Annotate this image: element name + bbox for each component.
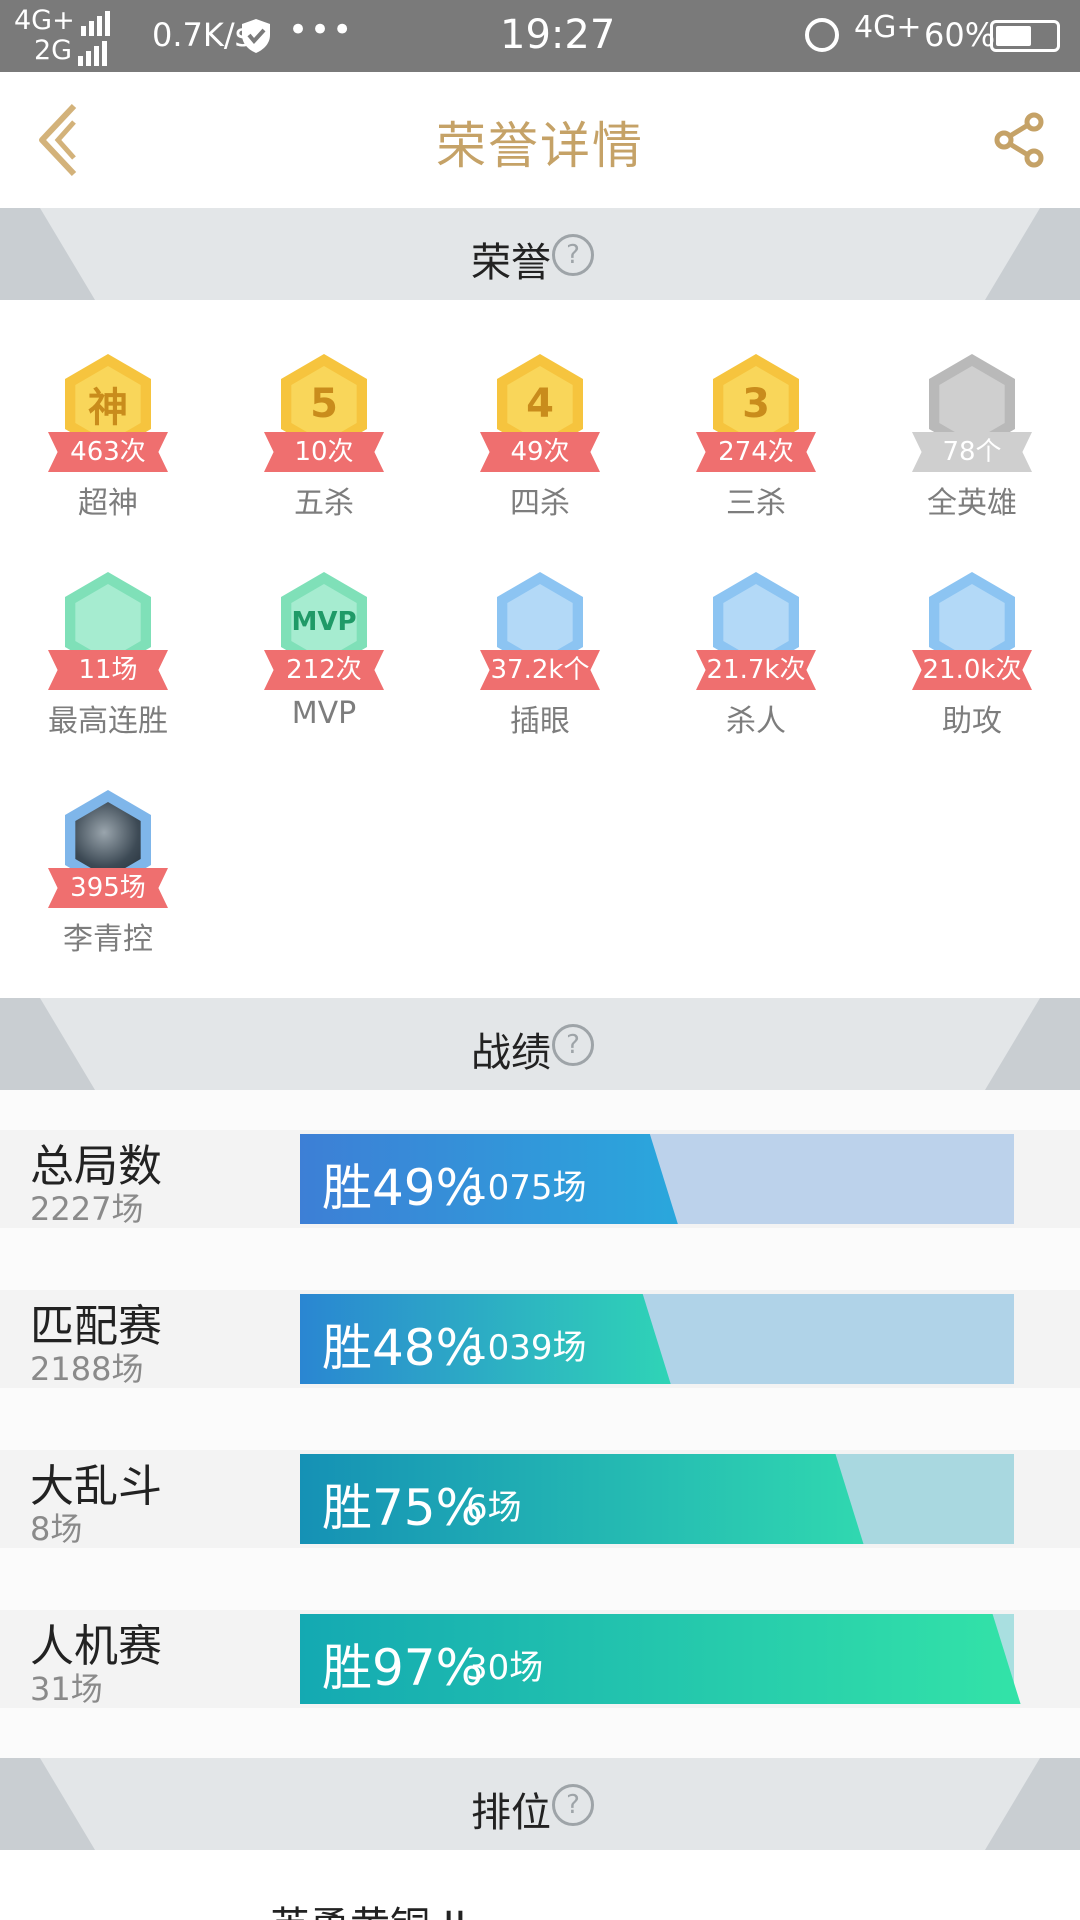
winrate-text: 胜48% xyxy=(322,1319,484,1377)
honor-count: 21.0k次 xyxy=(912,650,1032,690)
honor-label: 四杀 xyxy=(510,486,570,521)
section-header-rank: 排位 ? xyxy=(0,1758,1080,1850)
winrate-text: 胜75% xyxy=(322,1479,484,1537)
section-header-honor: 荣誉 ? xyxy=(0,208,1080,300)
record-row[interactable]: 总局数 2227场 胜49% 1075场 xyxy=(0,1130,1080,1228)
more-notifications-icon: ••• xyxy=(288,10,355,50)
shield-icon xyxy=(242,19,270,53)
app-header: 荣誉详情 xyxy=(0,72,1080,208)
honor-count: 274次 xyxy=(696,432,816,472)
battery-level xyxy=(996,26,1031,46)
honor-count: 11场 xyxy=(48,650,168,690)
battery-percent: 60% xyxy=(924,16,996,54)
honor-count: 212次 xyxy=(264,650,384,690)
winrate-bar: 胜97% 30场 xyxy=(300,1614,1014,1704)
honor-item[interactable]: 21.0k次助攻 xyxy=(892,542,1052,739)
section-title: 荣誉 xyxy=(471,240,551,286)
honor-item[interactable]: 4 49次 四杀 xyxy=(460,324,620,521)
winrate-bar: 胜48% 1039场 xyxy=(300,1294,1014,1384)
honors-grid: 神 463次 超神 5 10次 五杀 4 49次 四杀 3 274次 三杀 78个 全英雄 11场 最高连胜 M… xyxy=(0,300,1080,1000)
network-label-right: 4G+ xyxy=(854,10,922,45)
help-icon[interactable]: ? xyxy=(552,1024,594,1066)
honor-count: 10次 xyxy=(264,432,384,472)
honor-item[interactable]: MVP 212次 MVP xyxy=(244,542,404,732)
wins-count: 30场 xyxy=(466,1648,544,1688)
alarm-icon xyxy=(805,18,839,52)
honor-item[interactable]: 395场李青控 xyxy=(28,760,188,957)
clock: 19:27 xyxy=(500,12,616,58)
record-total-games: 8场 xyxy=(30,1510,83,1548)
help-icon[interactable]: ? xyxy=(552,1784,594,1826)
winrate-text: 胜49% xyxy=(322,1159,484,1217)
section-title: 战绩 xyxy=(471,1030,551,1076)
honor-item[interactable]: 37.2k个插眼 xyxy=(460,542,620,739)
share-icon[interactable] xyxy=(992,112,1048,168)
page-title: 荣誉详情 xyxy=(436,117,644,175)
honor-label: 李青控 xyxy=(63,922,153,957)
honor-label: 插眼 xyxy=(510,704,570,739)
honor-label: 助攻 xyxy=(942,704,1002,739)
battery-icon xyxy=(990,20,1060,52)
wins-count: 1039场 xyxy=(466,1328,587,1368)
record-total-games: 2227场 xyxy=(30,1190,144,1228)
honor-label: 五杀 xyxy=(294,486,354,521)
honor-count: 395场 xyxy=(48,868,168,908)
status-bar: 4G+ 2G 0.7K/s ••• 19:27 4G+ 60% xyxy=(0,0,1080,72)
wins-count: 6场 xyxy=(466,1488,522,1528)
record-row[interactable]: 匹配赛 2188场 胜48% 1039场 xyxy=(0,1290,1080,1388)
honor-count: 21.7k次 xyxy=(696,650,816,690)
rank-tier: 英勇黄铜 II xyxy=(270,1894,466,1920)
record-row[interactable]: 大乱斗 8场 胜75% 6场 xyxy=(0,1450,1080,1548)
honor-label: 超神 xyxy=(78,486,138,521)
honor-item[interactable]: 11场最高连胜 xyxy=(28,542,188,739)
honor-label: 全英雄 xyxy=(927,486,1017,521)
network-indicator: 4G+ 2G xyxy=(14,6,113,66)
honor-count: 49次 xyxy=(480,432,600,472)
honor-label: 最高连胜 xyxy=(48,704,168,739)
honor-count: 37.2k个 xyxy=(480,650,600,690)
rank-panel: 英勇黄铜 II xyxy=(0,1850,1080,1920)
network-label-bottom: 2G xyxy=(34,35,73,66)
network-label-top: 4G+ xyxy=(14,5,75,36)
record-total-games: 2188场 xyxy=(30,1350,144,1388)
help-icon[interactable]: ? xyxy=(552,234,594,276)
honor-item[interactable]: 神 463次 超神 xyxy=(28,324,188,521)
signal-icon xyxy=(80,6,113,36)
section-title: 排位 xyxy=(471,1790,551,1836)
honor-item[interactable]: 78个全英雄 xyxy=(892,324,1052,521)
honor-label: 杀人 xyxy=(726,704,786,739)
records-list: 总局数 2227场 胜49% 1075场 匹配赛 2188场 胜48% 1039场 大乱斗 8场胜… xyxy=(0,1090,1080,1760)
network-speed: 0.7K/s xyxy=(152,16,252,54)
honor-item[interactable]: 3 274次 三杀 xyxy=(676,324,836,521)
honor-item[interactable]: 5 10次 五杀 xyxy=(244,324,404,521)
honor-item[interactable]: 21.7k次杀人 xyxy=(676,542,836,739)
honor-label: 三杀 xyxy=(726,486,786,521)
honor-count: 463次 xyxy=(48,432,168,472)
winrate-text: 胜97% xyxy=(322,1639,484,1697)
winrate-bar: 胜49% 1075场 xyxy=(300,1134,1014,1224)
winrate-bar: 胜75% 6场 xyxy=(300,1454,1014,1544)
record-row[interactable]: 人机赛 31场 胜97% 30场 xyxy=(0,1610,1080,1708)
honor-label: MVP xyxy=(291,696,357,731)
record-total-games: 31场 xyxy=(30,1670,103,1708)
signal-icon xyxy=(78,36,110,66)
wins-count: 1075场 xyxy=(466,1168,587,1208)
honor-count: 78个 xyxy=(912,432,1032,472)
section-header-records: 战绩 ? xyxy=(0,998,1080,1090)
